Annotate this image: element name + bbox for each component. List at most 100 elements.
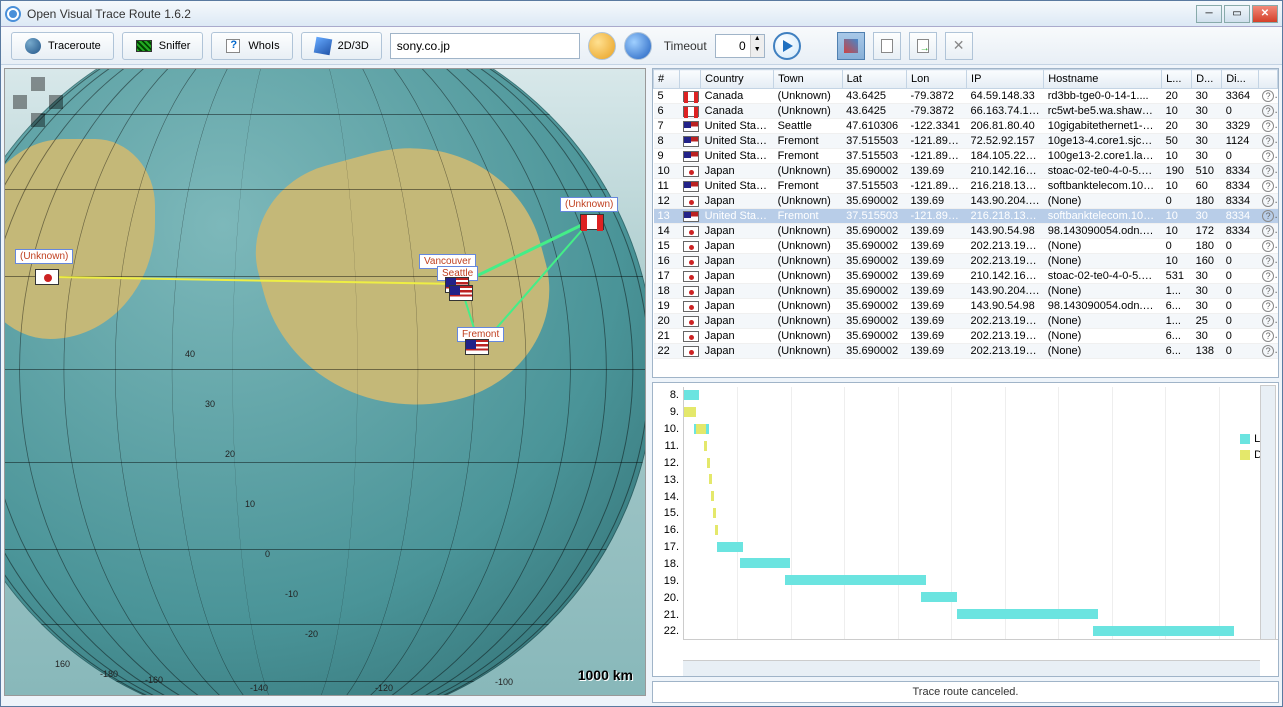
- globe-toggle-button[interactable]: [624, 32, 652, 60]
- help-icon[interactable]: ?: [1262, 210, 1274, 222]
- col-header[interactable]: Lat: [842, 70, 906, 89]
- whois-button[interactable]: WhoIs: [211, 32, 292, 60]
- table-row[interactable]: 7United StatesSeattle47.610306-122.33412…: [654, 119, 1278, 134]
- view-2d3d-button[interactable]: 2D/3D: [301, 32, 382, 60]
- col-header[interactable]: [1258, 70, 1277, 89]
- chart-yaxis: 8.9.10.11.12.13.14.15.16.17.18.19.20.21.…: [653, 383, 683, 660]
- map-panel[interactable]: (Unknown)VancouverSeattleFremont(Unknown…: [4, 68, 646, 696]
- flag-us-icon: [683, 121, 699, 132]
- help-icon[interactable]: ?: [1262, 255, 1274, 267]
- table-row[interactable]: 13United StatesFremont37.515503-121.896.…: [654, 209, 1278, 224]
- table-row[interactable]: 5Canada(Unknown)43.6425-79.387264.59.148…: [654, 89, 1278, 104]
- gantt-bar: [921, 592, 956, 602]
- nav-up[interactable]: [31, 77, 45, 91]
- window-controls: ─ ▭ ✕: [1196, 5, 1278, 23]
- col-header[interactable]: Country: [701, 70, 774, 89]
- help-icon[interactable]: ?: [1262, 195, 1274, 207]
- table-row[interactable]: 19Japan(Unknown)35.690002139.69143.90.54…: [654, 299, 1278, 314]
- col-header[interactable]: Town: [774, 70, 843, 89]
- help-icon[interactable]: ?: [1262, 345, 1274, 357]
- gantt-bar: [713, 508, 716, 518]
- nav-right[interactable]: [49, 95, 63, 109]
- minimize-button[interactable]: ─: [1196, 5, 1222, 23]
- host-input[interactable]: [390, 33, 580, 59]
- col-header[interactable]: L...: [1162, 70, 1192, 89]
- map-city-label: (Unknown): [15, 249, 73, 264]
- col-header[interactable]: [679, 70, 700, 89]
- table-row[interactable]: 16Japan(Unknown)35.690002139.69202.213.1…: [654, 254, 1278, 269]
- spinner-down[interactable]: ▼: [751, 46, 764, 57]
- help-icon[interactable]: ?: [1262, 120, 1274, 132]
- table-row[interactable]: 11United StatesFremont37.515503-121.896.…: [654, 179, 1278, 194]
- col-header[interactable]: D...: [1192, 70, 1222, 89]
- help-icon[interactable]: ?: [1262, 90, 1274, 102]
- refresh-button[interactable]: [588, 32, 616, 60]
- close-button[interactable]: ✕: [1252, 5, 1278, 23]
- gantt-bar: [704, 441, 707, 451]
- cube-icon: [313, 36, 332, 55]
- col-header[interactable]: #: [654, 70, 680, 89]
- legend-swatch: [1240, 450, 1250, 460]
- tool-button-2[interactable]: [873, 32, 901, 60]
- help-icon[interactable]: ?: [1262, 315, 1274, 327]
- document-icon: [881, 39, 893, 53]
- table-row[interactable]: 15Japan(Unknown)35.690002139.69202.213.1…: [654, 239, 1278, 254]
- help-icon[interactable]: ?: [1262, 165, 1274, 177]
- help-icon[interactable]: ?: [1262, 270, 1274, 282]
- nav-left[interactable]: [13, 95, 27, 109]
- flag-jp-icon: [683, 346, 699, 357]
- help-icon[interactable]: ?: [1262, 300, 1274, 312]
- col-header[interactable]: Hostname: [1044, 70, 1162, 89]
- help-icon[interactable]: ?: [1262, 285, 1274, 297]
- chart-scrollbar-v[interactable]: [1260, 385, 1276, 640]
- coord-label: 10: [245, 499, 255, 509]
- sniffer-button[interactable]: Sniffer: [122, 32, 204, 60]
- help-icon[interactable]: ?: [1262, 330, 1274, 342]
- table-row[interactable]: 14Japan(Unknown)35.690002139.69143.90.54…: [654, 224, 1278, 239]
- coord-label: 30: [205, 399, 215, 409]
- y-tick-label: 22.: [664, 625, 679, 637]
- col-header[interactable]: Di...: [1222, 70, 1258, 89]
- timeout-input[interactable]: [716, 35, 750, 57]
- settings-button[interactable]: ✕: [945, 32, 973, 60]
- help-icon[interactable]: ?: [1262, 105, 1274, 117]
- export-icon: →: [917, 39, 929, 53]
- col-header[interactable]: IP: [967, 70, 1044, 89]
- flag-jp-icon: [683, 196, 699, 207]
- nav-down[interactable]: [31, 113, 45, 127]
- flag-jp-icon: [683, 331, 699, 342]
- spinner-up[interactable]: ▲: [751, 35, 764, 46]
- table-row[interactable]: 18Japan(Unknown)35.690002139.69143.90.20…: [654, 284, 1278, 299]
- table-row[interactable]: 20Japan(Unknown)35.690002139.69202.213.1…: [654, 314, 1278, 329]
- table-row[interactable]: 10Japan(Unknown)35.690002139.69210.142.1…: [654, 164, 1278, 179]
- titlebar[interactable]: Open Visual Trace Route 1.6.2 ─ ▭ ✕: [1, 1, 1282, 27]
- coord-label: -10: [285, 589, 298, 599]
- chart-scrollbar-h[interactable]: [683, 660, 1260, 676]
- y-tick-label: 14.: [664, 491, 679, 503]
- traceroute-button[interactable]: Traceroute: [11, 32, 114, 60]
- tool-button-1[interactable]: [837, 32, 865, 60]
- y-tick-label: 15.: [664, 507, 679, 519]
- table-row[interactable]: 9United StatesFremont37.515503-121.896..…: [654, 149, 1278, 164]
- gantt-bar: [711, 491, 714, 501]
- timeout-spinner[interactable]: ▲▼: [715, 34, 765, 58]
- help-icon[interactable]: ?: [1262, 225, 1274, 237]
- chart-plot: [683, 387, 1278, 640]
- table-row[interactable]: 17Japan(Unknown)35.690002139.69210.142.1…: [654, 269, 1278, 284]
- help-icon[interactable]: ?: [1262, 240, 1274, 252]
- help-icon[interactable]: ?: [1262, 180, 1274, 192]
- table-row[interactable]: 22Japan(Unknown)35.690002139.69202.213.1…: [654, 344, 1278, 359]
- flag-jp-icon: [35, 269, 59, 285]
- table-row[interactable]: 6Canada(Unknown)43.6425-79.387266.163.74…: [654, 104, 1278, 119]
- play-button[interactable]: [773, 32, 801, 60]
- table-row[interactable]: 8United StatesFremont37.515503-121.896..…: [654, 134, 1278, 149]
- hops-table-wrap[interactable]: # CountryTownLatLonIPHostnameL...D...Di..…: [652, 68, 1279, 378]
- tool-button-3[interactable]: →: [909, 32, 937, 60]
- table-row[interactable]: 12Japan(Unknown)35.690002139.69143.90.20…: [654, 194, 1278, 209]
- maximize-button[interactable]: ▭: [1224, 5, 1250, 23]
- y-tick-label: 9.: [670, 406, 679, 418]
- col-header[interactable]: Lon: [907, 70, 967, 89]
- help-icon[interactable]: ?: [1262, 135, 1274, 147]
- table-row[interactable]: 21Japan(Unknown)35.690002139.69202.213.1…: [654, 329, 1278, 344]
- help-icon[interactable]: ?: [1262, 150, 1274, 162]
